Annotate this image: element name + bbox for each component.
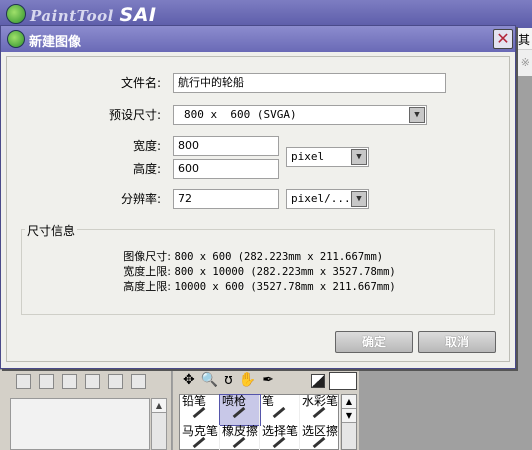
brush-select-eraser[interactable]: 选区擦: [300, 425, 340, 450]
layer-scrollbar[interactable]: ▲: [151, 398, 167, 450]
size-info-row: 宽度上限: 800 x 10000 (282.223mm x 3527.78mm…: [105, 263, 396, 279]
size-info-key: 宽度上限:: [123, 265, 171, 278]
layer-panel: ▲: [0, 370, 172, 450]
size-info-key: 图像尺寸:: [123, 250, 171, 263]
app-title-product: SAI: [119, 4, 157, 26]
filename-input[interactable]: 航行中的轮船: [173, 73, 446, 93]
close-button[interactable]: ✕: [493, 29, 513, 49]
toolbar-fragment[interactable]: ※: [521, 56, 530, 69]
menu-item-other[interactable]: 其: [518, 31, 530, 48]
unit-select[interactable]: pixel ▼: [286, 147, 369, 167]
app-title-brand: PaintTool: [30, 7, 114, 25]
chevron-down-icon[interactable]: ▼: [351, 149, 367, 165]
marker-icon: [192, 436, 206, 449]
brush-pencil[interactable]: 铅笔: [180, 395, 220, 425]
pencil-icon: [192, 406, 206, 419]
pen-icon: [272, 406, 286, 419]
size-info-value: 800 x 10000 (282.223mm x 3527.78mm): [174, 266, 396, 278]
brush-pen[interactable]: 笔: [260, 395, 300, 425]
width-input[interactable]: 800: [173, 136, 279, 156]
app-logo-icon: [7, 30, 25, 48]
delete-layer-icon[interactable]: [85, 374, 100, 389]
resolution-unit-select[interactable]: pixel/... ▼: [286, 189, 369, 209]
height-input[interactable]: 600: [173, 159, 279, 179]
resolution-unit-value: pixel/...: [291, 192, 351, 205]
brush-label: 马克笔: [182, 425, 219, 438]
brush-select-pen[interactable]: 选择笔: [260, 425, 300, 450]
preset-select[interactable]: 800 x 600 (SVGA) ▼: [173, 105, 427, 125]
size-info-value: 800 x 600 (282.223mm x 211.667mm): [174, 251, 384, 263]
zoom-icon[interactable]: 🔍: [201, 372, 218, 388]
move-icon[interactable]: ✥: [183, 372, 195, 388]
clear-layer-icon[interactable]: [131, 374, 146, 389]
filename-label: 文件名:: [120, 76, 161, 90]
brush-airbrush[interactable]: 喷枪: [219, 394, 261, 426]
height-label: 高度:: [132, 162, 161, 176]
tool-icons: ✥ 🔍 ʊ ✋ ✒: [183, 372, 274, 388]
new-image-dialog: 新建图像 ✕ 文件名: 航行中的轮船 预设尺寸: 800 x 600 (SVGA…: [0, 25, 516, 369]
select-eraser-icon: [312, 436, 326, 449]
brush-label: 橡皮擦: [222, 425, 259, 438]
cancel-button[interactable]: 取消: [418, 331, 496, 353]
hand-icon[interactable]: ✋: [239, 372, 256, 388]
rotate-icon[interactable]: ʊ: [224, 372, 233, 388]
dialog-body: [6, 56, 510, 362]
color-toggle-icon[interactable]: [311, 374, 325, 388]
size-info-title: 尺寸信息: [25, 222, 78, 239]
brush-label: 水彩笔: [302, 395, 339, 408]
eyedropper-icon[interactable]: ✒: [262, 372, 274, 388]
width-label: 宽度:: [132, 139, 161, 153]
scroll-down-icon[interactable]: ▼: [342, 409, 356, 423]
brush-marker[interactable]: 马克笔: [180, 425, 220, 450]
brush-scrollbar[interactable]: ▲ ▼: [341, 394, 357, 450]
select-pen-icon: [272, 436, 286, 449]
resolution-input[interactable]: 72: [173, 189, 279, 209]
dialog-titlebar[interactable]: 新建图像 ✕: [1, 26, 515, 52]
layer-toolbar: [16, 374, 146, 389]
brush-label: 笔: [262, 395, 275, 408]
preset-value: 800 x 600 (SVGA): [184, 108, 297, 121]
new-folder-icon[interactable]: [39, 374, 54, 389]
watercolor-icon: [312, 406, 326, 419]
preset-label: 预设尺寸:: [108, 108, 161, 122]
layer-list[interactable]: [10, 398, 150, 450]
brush-label: 选择笔: [262, 425, 299, 438]
merge-layer-icon[interactable]: [108, 374, 123, 389]
dialog-title: 新建图像: [29, 35, 82, 50]
chevron-down-icon[interactable]: ▼: [351, 191, 367, 207]
app-title: PaintTool SAI: [30, 4, 156, 26]
new-layer-icon[interactable]: [16, 374, 31, 389]
eraser-icon: [232, 436, 246, 449]
app-logo-icon: [6, 4, 26, 24]
airbrush-icon: [232, 406, 246, 419]
tool-panel: ✥ 🔍 ʊ ✋ ✒ 铅笔 喷枪 笔 水彩笔 马克笔 橡皮擦 选择笔 选区擦 ▲ …: [173, 370, 359, 450]
brush-label: 选区擦: [302, 425, 339, 438]
copy-layer-icon[interactable]: [62, 374, 77, 389]
resolution-label: 分辨率:: [120, 192, 161, 206]
app-titlebar: PaintTool SAI: [0, 0, 532, 28]
size-info-row: 图像尺寸: 800 x 600 (282.223mm x 211.667mm): [105, 248, 383, 264]
chevron-down-icon[interactable]: ▼: [409, 107, 425, 123]
unit-value: pixel: [291, 150, 325, 163]
ok-button[interactable]: 确定: [335, 331, 413, 353]
size-info-row: 高度上限: 10000 x 600 (3527.78mm x 211.667mm…: [105, 278, 396, 294]
size-info-value: 10000 x 600 (3527.78mm x 211.667mm): [174, 281, 396, 293]
brush-grid: 铅笔 喷枪 笔 水彩笔 马克笔 橡皮擦 选择笔 选区擦: [179, 394, 340, 450]
size-info-key: 高度上限:: [123, 280, 171, 293]
brush-eraser[interactable]: 橡皮擦: [220, 425, 260, 450]
scroll-up-icon[interactable]: ▲: [152, 399, 166, 413]
brush-watercolor[interactable]: 水彩笔: [300, 395, 340, 425]
scroll-up-icon[interactable]: ▲: [342, 395, 356, 409]
color-swatch[interactable]: [329, 372, 357, 390]
